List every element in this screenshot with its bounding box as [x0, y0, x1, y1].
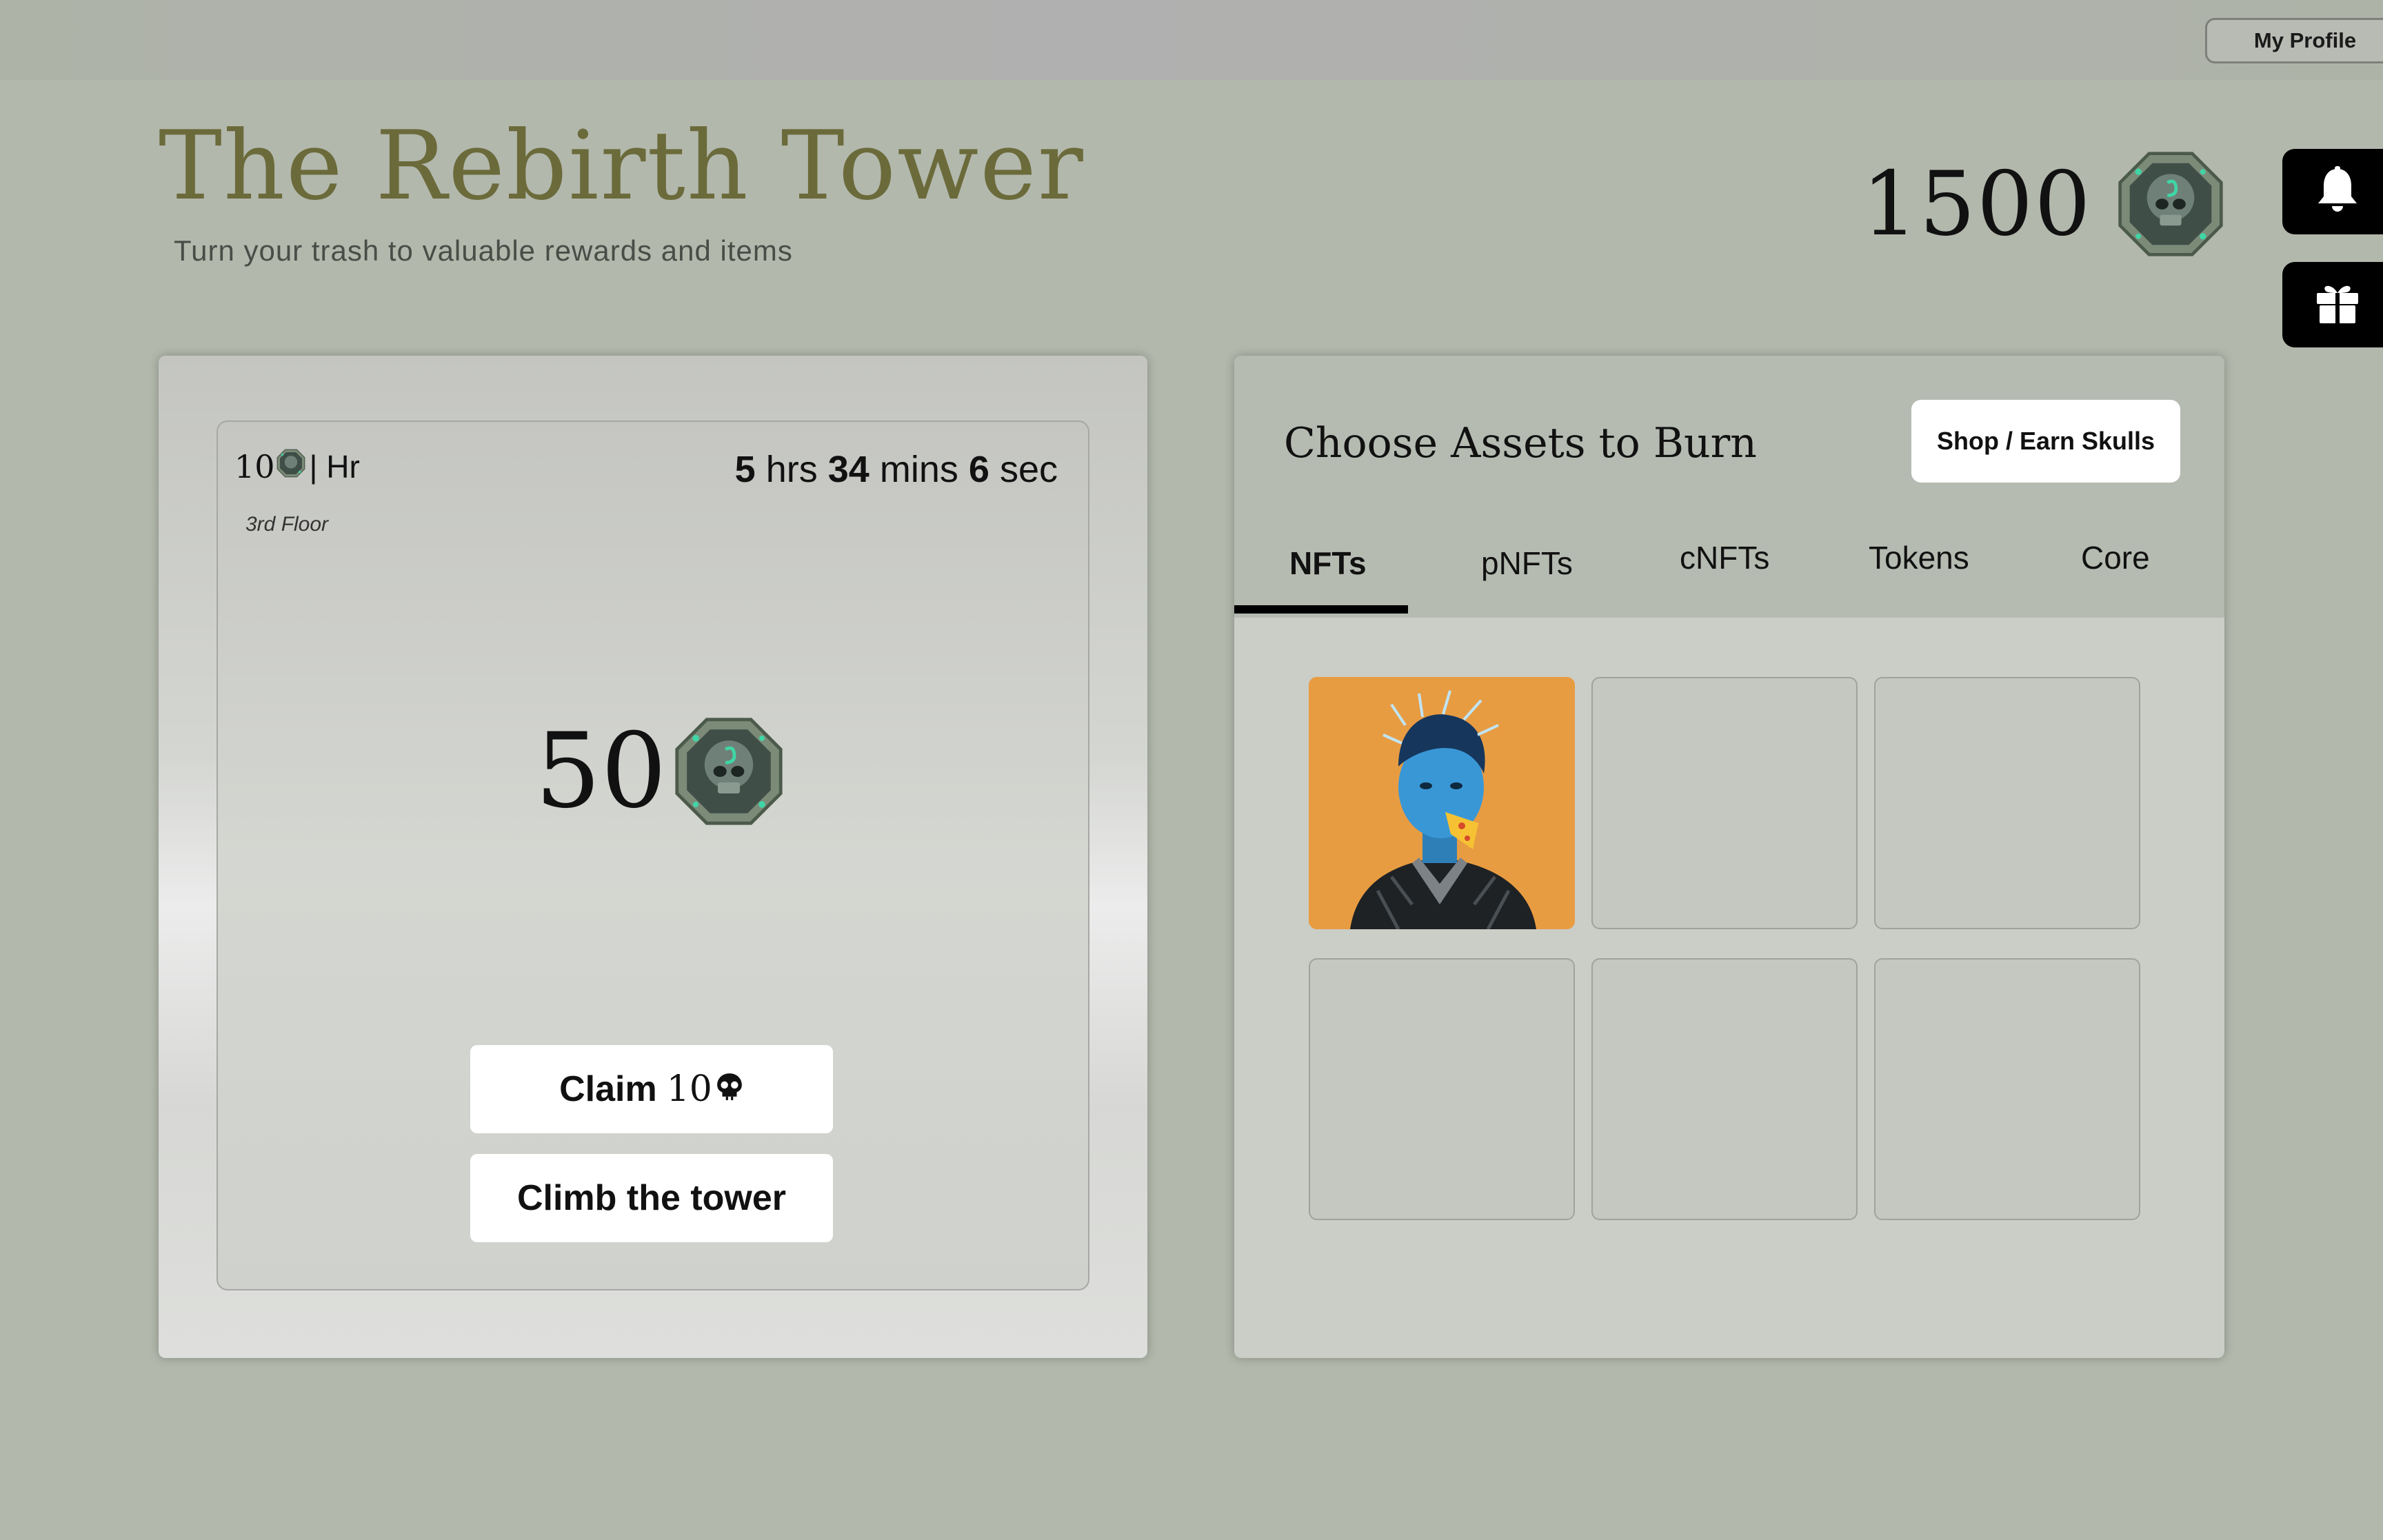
tab-cnfts[interactable]: cNFTs	[1680, 539, 1769, 576]
hourly-rate: 10 | Hr	[234, 448, 360, 485]
timer-minutes-label: mins	[879, 449, 958, 490]
active-tab-indicator	[1234, 605, 1408, 614]
gift-icon	[2315, 282, 2360, 328]
burn-panel-header	[1234, 356, 2224, 618]
reward-value: 50	[535, 711, 667, 831]
claim-label: Claim	[559, 1069, 657, 1109]
empty-asset-slot[interactable]	[1591, 677, 1858, 929]
empty-asset-slot[interactable]	[1874, 677, 2140, 929]
balance-value: 1500	[1862, 152, 2092, 256]
climb-tower-button[interactable]: Climb the tower	[470, 1154, 833, 1242]
timer-hours: 5	[734, 449, 756, 490]
rate-unit: | Hr	[309, 449, 360, 485]
empty-asset-slot[interactable]	[1591, 958, 1858, 1220]
skull-balance: 1500	[1862, 150, 2224, 258]
page-subtitle: Turn your trash to valuable rewards and …	[174, 234, 793, 267]
shop-earn-skulls-button[interactable]: Shop / Earn Skulls	[1911, 400, 2180, 483]
skull-coin-icon	[276, 448, 305, 485]
bell-icon	[2315, 165, 2360, 218]
notifications-button[interactable]	[2282, 149, 2383, 234]
tab-nfts[interactable]: NFTs	[1289, 545, 1367, 582]
rate-value: 10	[234, 448, 275, 485]
gift-button[interactable]	[2282, 262, 2383, 347]
burn-title: Choose Assets to Burn	[1284, 419, 1757, 467]
pending-reward: 50	[535, 711, 784, 831]
skull-coin-icon	[2117, 150, 2224, 258]
countdown-timer: 5 hrs 34 mins 6 sec	[735, 448, 1058, 491]
claim-button[interactable]: Claim 10	[470, 1045, 833, 1133]
skull-coin-icon	[674, 716, 784, 827]
burn-panel: Choose Assets to Burn Shop / Earn Skulls…	[1234, 356, 2224, 1358]
top-bar	[0, 0, 2383, 80]
tab-tokens[interactable]: Tokens	[1869, 539, 1969, 576]
nft-image	[1309, 677, 1575, 929]
nft-tile[interactable]	[1309, 677, 1575, 929]
claim-value: 10	[666, 1068, 712, 1110]
tab-core[interactable]: Core	[2081, 539, 2150, 576]
my-profile-button[interactable]: My Profile	[2205, 18, 2383, 63]
floor-label: 3rd Floor	[245, 513, 329, 536]
timer-seconds-label: sec	[999, 449, 1058, 490]
skull-icon	[715, 1068, 744, 1110]
timer-seconds: 6	[968, 449, 989, 490]
page-title: The Rebirth Tower	[159, 110, 1085, 221]
timer-hours-label: hrs	[765, 449, 818, 490]
timer-minutes: 34	[827, 449, 869, 490]
empty-asset-slot[interactable]	[1874, 958, 2140, 1220]
tab-pnfts[interactable]: pNFTs	[1481, 545, 1573, 582]
empty-asset-slot[interactable]	[1309, 958, 1575, 1220]
